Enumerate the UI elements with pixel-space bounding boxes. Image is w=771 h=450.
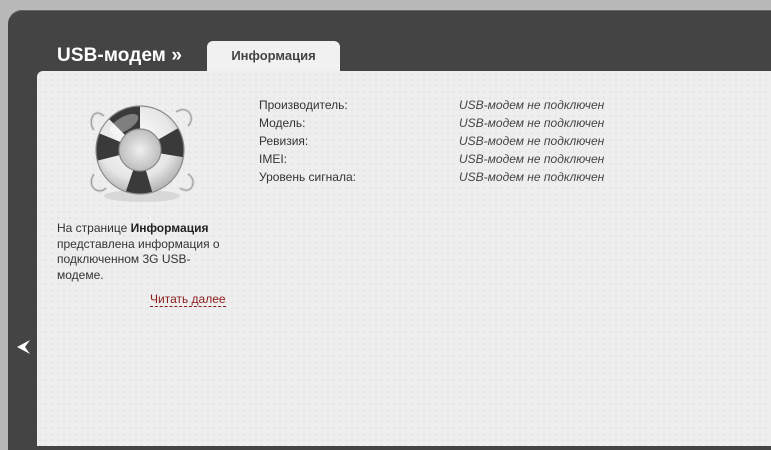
table-row: Уровень сигнала: USB-модем не подключен (259, 168, 604, 186)
page-title: USB-модем » (57, 45, 182, 66)
lifebuoy-icon (84, 96, 199, 206)
revision-label: Ревизия: (259, 134, 309, 148)
desc-bold: Информация (130, 221, 209, 235)
revision-value: USB-модем не подключен (459, 134, 605, 148)
modem-info-table: Производитель: USB-модем не подключен Мо… (259, 96, 604, 186)
manufacturer-label: Производитель: (259, 98, 348, 112)
read-more-link[interactable]: Читать далее (150, 292, 226, 307)
imei-label: IMEI: (259, 152, 288, 166)
model-value: USB-модем не подключен (459, 116, 605, 130)
table-row: Производитель: USB-модем не подключен (259, 96, 604, 114)
chevron-left-icon[interactable] (14, 337, 34, 357)
model-label: Модель: (259, 116, 306, 130)
desc-prefix: На странице (57, 221, 131, 235)
tab-information[interactable]: Информация (207, 41, 340, 72)
signal-level-value: USB-модем не подключен (459, 170, 605, 184)
info-description: На странице Информация представлена инфо… (57, 221, 237, 283)
table-row: IMEI: USB-модем не подключен (259, 150, 604, 168)
signal-level-label: Уровень сигнала: (259, 170, 356, 184)
desc-suffix: представлена информация о подключенном 3… (57, 236, 220, 282)
imei-value: USB-модем не подключен (459, 152, 605, 166)
table-row: Модель: USB-модем не подключен (259, 114, 604, 132)
manufacturer-value: USB-модем не подключен (459, 98, 605, 112)
table-row: Ревизия: USB-модем не подключен (259, 132, 604, 150)
